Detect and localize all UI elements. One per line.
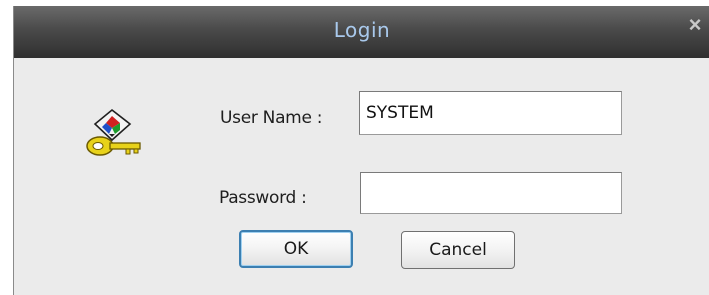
key-login-icon xyxy=(82,106,146,164)
login-dialog: Login × User Name : Password : OK Cancel xyxy=(13,6,709,295)
close-icon[interactable]: × xyxy=(682,12,708,38)
title-bar[interactable]: Login × xyxy=(14,6,709,58)
cancel-button[interactable]: Cancel xyxy=(401,231,515,269)
password-field[interactable] xyxy=(360,172,622,214)
username-field[interactable] xyxy=(359,91,622,135)
ok-button[interactable]: OK xyxy=(239,230,353,268)
username-label: User Name : xyxy=(220,108,323,128)
dialog-title: Login xyxy=(333,18,391,42)
password-label: Password : xyxy=(219,188,307,208)
